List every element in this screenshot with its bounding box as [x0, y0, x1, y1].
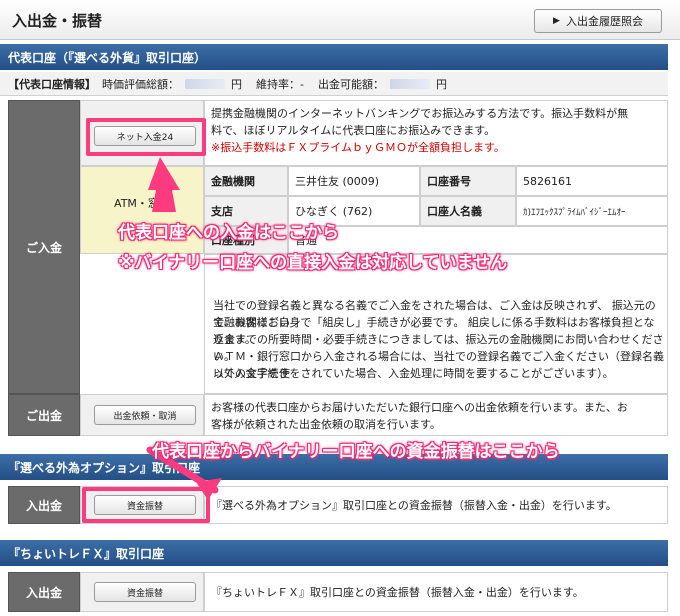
- eval-unit: 円: [231, 77, 242, 91]
- triangle-right-icon: ▶: [553, 16, 560, 26]
- eval-label: 時価評価総額：: [102, 77, 179, 91]
- deposit-history-button[interactable]: ▶ 入出金履歴照会: [534, 9, 662, 33]
- withdraw-text-line: お客様の代表口座からお届けいただいた銀行口座への出金依頼を行います。また、お: [211, 401, 628, 414]
- net-fee-note: ※振込手数料はＦＸプライムｂｙＧＭＯが全額負担します。: [211, 141, 505, 154]
- withdraw-text-line: 客様が依頼された出金依頼の取消を行います。: [211, 418, 441, 431]
- page-title: 入出金・振替: [12, 12, 103, 30]
- account-holder-key: 口座人名義: [420, 196, 516, 226]
- choi-transfer-button[interactable]: 資金振替: [94, 582, 196, 602]
- option-row-label: 入出金: [8, 486, 80, 524]
- rep-account-section-title: 代表口座（『選べる外貨』取引口座）: [0, 44, 668, 70]
- deposit-notes: 当社での登録名義と異なる名義でご入金をされた場合は、ご入金は反映されず、 振込元…: [204, 254, 668, 394]
- withdraw-description: お客様の代表口座からお届けいただいた銀行口座への出金依頼を行います。また、お 客…: [204, 394, 668, 436]
- deposit-row-label: ご入金: [8, 100, 80, 394]
- choi-row-label: 入出金: [8, 572, 80, 612]
- withdraw-request-button[interactable]: 出金依頼・取消: [94, 405, 196, 425]
- note-line: って入金手続きをされていた場合、入金処理に時間を要することがございます）。: [213, 367, 614, 380]
- page-header: 入出金・振替 ▶ 入出金履歴照会: [0, 0, 680, 40]
- binary-note-annotation: ※バイナリー口座への直接入金は対応していません: [118, 253, 508, 273]
- withdraw-row-label: ご出金: [8, 394, 80, 436]
- option-transfer-description: 『選べる外為オプション』取引口座との資金振替（振替入金・出金）を行います。: [204, 486, 668, 524]
- info-label: 【代表口座情報】: [8, 77, 96, 91]
- margin-label: 維持率：-: [256, 77, 304, 91]
- masked-value: [389, 78, 430, 89]
- net-deposit-highlight: [86, 118, 206, 156]
- net-text-line: 料で、ほぼリアルタイムに代表口座にお振込みできます。: [211, 124, 496, 137]
- net-deposit-description: 提携金融機関のインターネットバンキングでお振込みする方法です。振込手数料が無 料…: [204, 100, 668, 166]
- account-number-key: 口座番号: [420, 166, 516, 196]
- withdraw-amount-unit: 円: [435, 77, 447, 91]
- masked-value: [185, 78, 225, 89]
- option-transfer-highlight: [82, 487, 210, 523]
- deposit-history-label: 入出金履歴照会: [565, 15, 643, 28]
- bank-key: 金融機関: [204, 166, 288, 196]
- withdraw-amount-label: 出金可能額：: [317, 77, 384, 91]
- account-holder-value: ｶ)ｴﾌｴｯｸｽﾌﾟﾗｲﾑﾊﾞｲｼﾞｰｴﾑｵｰ: [516, 196, 668, 226]
- choi-transfer-description: 『ちょいトレＦＸ』取引口座との資金振替（振替入金・出金）を行います。: [204, 572, 668, 612]
- rep-account-info: 【代表口座情報】 時価評価総額： 円 維持率：- 出金可能額： 円: [0, 72, 668, 96]
- net-text-line: 提携金融機関のインターネットバンキングでお振込みする方法です。振込手数料が無: [211, 107, 629, 120]
- bank-value: 三井住友 (0009): [288, 166, 420, 196]
- transfer-here-annotation: 代表口座からバイナリー口座への資金振替はここから: [152, 442, 560, 462]
- account-number-value: 5826161: [516, 166, 668, 196]
- deposit-here-annotation: 代表口座への入金はここから: [118, 223, 339, 243]
- choi-account-section-title: 『ちょいトレＦＸ』取引口座: [0, 540, 668, 566]
